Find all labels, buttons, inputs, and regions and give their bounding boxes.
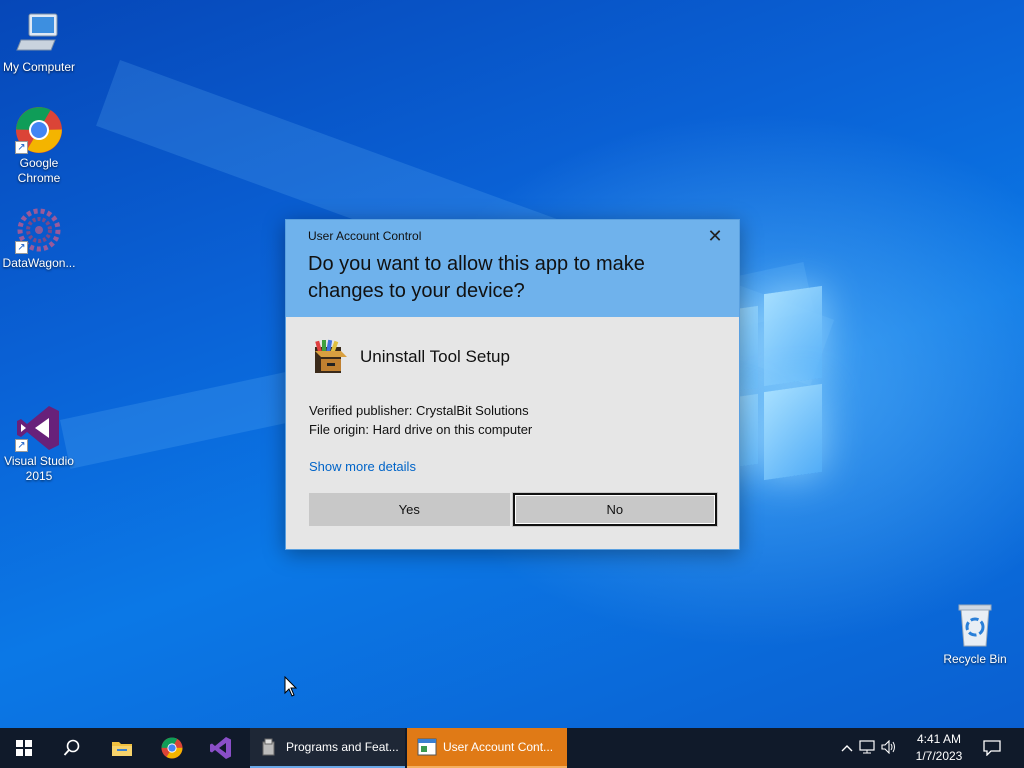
chrome-taskbar-icon[interactable]: [148, 728, 196, 768]
chevron-up-icon[interactable]: [838, 741, 856, 755]
publisher-text: Verified publisher: CrystalBit Solutions: [309, 403, 529, 418]
button-row: Yes No: [309, 492, 718, 527]
chrome-icon: ↗: [15, 106, 63, 154]
visual-studio-icon: ↗: [15, 404, 63, 452]
uac-window-title: User Account Control: [308, 229, 422, 243]
visual-studio-taskbar-icon[interactable]: [197, 728, 245, 768]
file-explorer-icon[interactable]: [98, 728, 146, 768]
desktop-icon-google-chrome[interactable]: ↗ Google Chrome: [0, 106, 78, 186]
desktop: My Computer ↗ Google Chrome ↗ DataWagon.…: [0, 0, 1024, 728]
app-meta: Verified publisher: CrystalBit Solutions…: [309, 401, 717, 439]
desktop-icon-label: DataWagon...: [2, 256, 76, 270]
taskbar-app-label: User Account Cont...: [443, 740, 554, 754]
uac-header: User Account Control ✕ Do you want to al…: [286, 220, 739, 317]
taskbar-programs-and-features[interactable]: Programs and Feat...: [250, 728, 405, 768]
desktop-icon-visual-studio[interactable]: ↗ Visual Studio 2015: [0, 404, 78, 484]
desktop-icon-my-computer[interactable]: My Computer: [0, 10, 78, 75]
mouse-cursor-icon: [284, 676, 298, 697]
volume-icon[interactable]: [878, 739, 900, 757]
uninstall-tool-icon: [309, 337, 349, 377]
taskbar: Programs and Feat... User Account Cont..…: [0, 728, 1024, 768]
shortcut-arrow-icon: ↗: [15, 141, 28, 154]
clock-date: 1/7/2023: [915, 749, 963, 763]
show-more-details-link[interactable]: Show more details: [309, 459, 717, 474]
desktop-icon-recycle-bin[interactable]: Recycle Bin: [936, 602, 1014, 667]
search-icon[interactable]: [48, 728, 96, 768]
uac-dialog: User Account Control ✕ Do you want to al…: [285, 219, 740, 550]
computer-icon: [15, 10, 63, 58]
taskbar-clock[interactable]: 4:41 AM 1/7/2023: [908, 731, 970, 765]
yes-button[interactable]: Yes: [309, 493, 510, 526]
origin-text: File origin: Hard drive on this computer: [309, 422, 533, 437]
close-icon[interactable]: ✕: [705, 227, 725, 247]
shortcut-arrow-icon: ↗: [15, 241, 28, 254]
taskbar-app-label: Programs and Feat...: [286, 740, 399, 754]
uac-body: Uninstall Tool Setup Verified publisher:…: [286, 317, 739, 527]
desktop-icon-label: My Computer: [2, 60, 76, 74]
uac-icon: [417, 738, 437, 756]
desktop-icon-datawagon[interactable]: ↗ DataWagon...: [0, 206, 78, 271]
desktop-icon-label: Visual Studio 2015: [4, 454, 74, 483]
clock-time: 4:41 AM: [916, 732, 962, 746]
notification-icon[interactable]: [976, 728, 1008, 768]
uac-question: Do you want to allow this app to make ch…: [308, 253, 645, 302]
shortcut-arrow-icon: ↗: [15, 439, 28, 452]
system-tray: [838, 728, 900, 768]
no-button[interactable]: No: [511, 492, 718, 527]
recycle-bin-icon: [951, 602, 999, 650]
datawagon-icon: ↗: [15, 206, 63, 254]
programs-features-icon: [260, 738, 278, 756]
windows-start-icon[interactable]: [0, 728, 48, 768]
desktop-icon-label: Recycle Bin: [943, 652, 1007, 666]
app-row: Uninstall Tool Setup: [309, 335, 717, 379]
app-name: Uninstall Tool Setup: [360, 347, 510, 366]
network-icon[interactable]: [856, 739, 878, 757]
desktop-icon-label: Google Chrome: [17, 156, 61, 185]
taskbar-user-account-control[interactable]: User Account Cont...: [407, 728, 567, 768]
